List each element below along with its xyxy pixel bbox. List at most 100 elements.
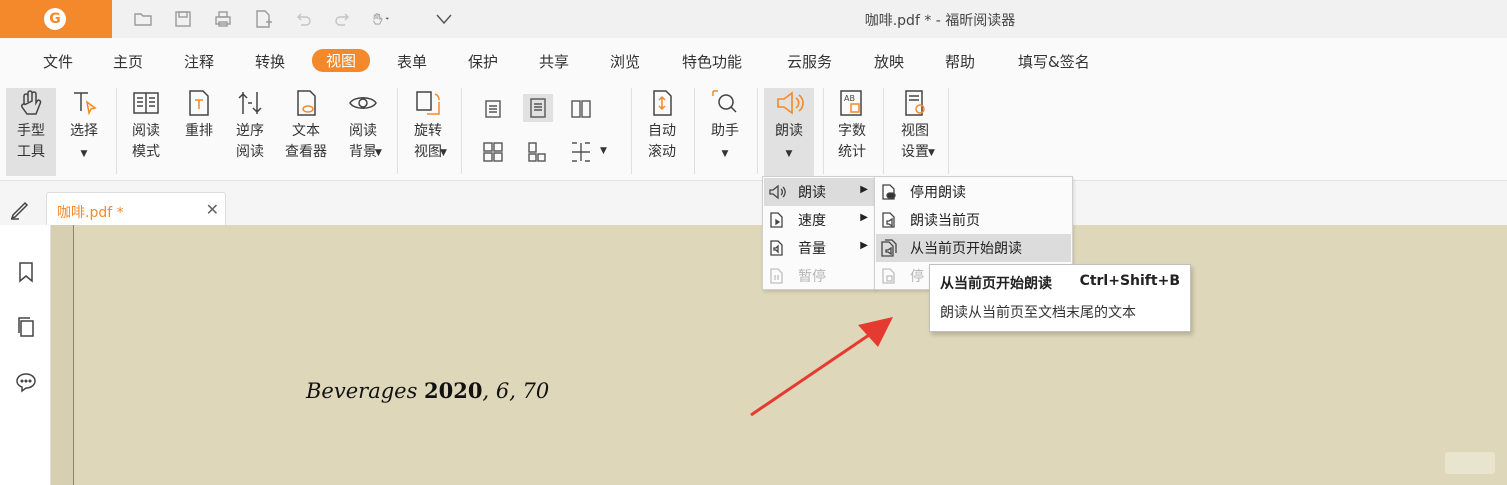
- chevron-down-icon: ▼: [440, 148, 447, 158]
- tooltip-shortcut: Ctrl+Shift+B: [1079, 273, 1180, 289]
- menu-stop-reading[interactable]: 停用朗读: [876, 178, 1071, 206]
- menu-protect[interactable]: 保护: [468, 50, 498, 73]
- read-aloud-button[interactable]: 朗读 ▼: [764, 88, 814, 176]
- word-count-label: 字数 统计: [838, 123, 866, 160]
- menu-fill-sign[interactable]: 填写&签名: [1018, 50, 1090, 73]
- undo-icon[interactable]: [293, 9, 313, 29]
- cover-page-icon[interactable]: [525, 140, 549, 164]
- separator: [694, 88, 695, 174]
- chevron-down-icon: ▼: [375, 148, 382, 158]
- menu-read-current-page[interactable]: 朗读当前页: [876, 206, 1071, 234]
- menu-slideshow[interactable]: 放映: [874, 50, 904, 73]
- left-sidebar: [0, 225, 51, 485]
- stop-icon: [882, 268, 895, 284]
- hand-tool-label: 手型 工具: [17, 123, 45, 160]
- text-viewer-icon: [297, 90, 316, 116]
- chevron-down-icon: ▼: [721, 149, 729, 159]
- menu-comment[interactable]: 注释: [184, 50, 214, 73]
- auto-scroll-button[interactable]: 自动 滚动: [640, 88, 684, 163]
- document-tab[interactable]: 咖啡.pdf * ✕: [46, 192, 226, 226]
- speaker-icon: [769, 184, 786, 200]
- chevron-down-icon: ▼: [785, 149, 793, 159]
- facing-page-icon[interactable]: [569, 97, 593, 121]
- assistant-label: 助手: [711, 123, 739, 139]
- read-mode-button[interactable]: 阅读 模式: [124, 88, 168, 163]
- separator: [757, 88, 758, 174]
- print-icon[interactable]: [213, 9, 233, 29]
- new-file-icon[interactable]: [253, 9, 273, 29]
- ribbon-toolbar: 手型 工具 选择 ▼ 阅读 模式 重排 逆序 阅读 文本 查看器 阅读 背景 ▼ …: [0, 82, 1507, 181]
- hand-tool-button[interactable]: 手型 工具: [6, 88, 56, 176]
- single-page-icon[interactable]: [481, 97, 505, 121]
- reflow-button[interactable]: 重排: [177, 88, 221, 142]
- tooltip: 从当前页开始朗读 Ctrl+Shift+B 朗读从当前页至文档末尾的文本: [929, 264, 1191, 332]
- svg-text:AB: AB: [844, 94, 855, 103]
- volume-icon: [770, 240, 783, 256]
- pages-icon[interactable]: [14, 315, 38, 339]
- edit-pen-icon[interactable]: [8, 198, 32, 222]
- chevron-down-icon[interactable]: ▼: [600, 146, 607, 156]
- continuous-page-button[interactable]: [523, 94, 553, 122]
- stop-read-icon: [882, 184, 896, 200]
- menu-volume[interactable]: 音量 ▶: [764, 234, 874, 262]
- tooltip-title: 从当前页开始朗读: [940, 276, 1052, 292]
- bookmark-icon[interactable]: [14, 260, 38, 284]
- chevron-right-icon: ▶: [860, 184, 868, 195]
- speed-icon: [770, 212, 783, 228]
- menu-pause: 暂停: [764, 262, 874, 290]
- menu-share[interactable]: 共享: [539, 50, 569, 73]
- continuous-facing-icon[interactable]: [481, 140, 505, 164]
- chevron-right-icon: ▶: [860, 240, 868, 251]
- read-page-icon: [882, 212, 895, 228]
- read-background-button[interactable]: 阅读 背景 ▼: [339, 88, 387, 163]
- menu-speed[interactable]: 速度 ▶: [764, 206, 874, 234]
- auto-scroll-label: 自动 滚动: [648, 123, 676, 160]
- pause-icon: [770, 268, 783, 284]
- rotate-view-button[interactable]: 旋转 视图 ▼: [404, 88, 452, 163]
- assistant-button[interactable]: 助手 ▼: [703, 88, 747, 165]
- select-button[interactable]: 选择 ▼: [62, 88, 106, 165]
- menu-form[interactable]: 表单: [397, 50, 427, 73]
- menu-read-from-current-page[interactable]: 从当前页开始朗读: [876, 234, 1071, 262]
- menu-help[interactable]: 帮助: [945, 50, 975, 73]
- open-icon[interactable]: [133, 9, 153, 29]
- menu-read-aloud[interactable]: 朗读 ▶: [764, 178, 874, 206]
- menu-browse[interactable]: 浏览: [610, 50, 640, 73]
- save-icon[interactable]: [173, 9, 193, 29]
- separator: [883, 88, 884, 174]
- reverse-icon: [238, 92, 262, 114]
- chevron-down-icon: ▼: [80, 149, 88, 159]
- menu-convert[interactable]: 转换: [255, 50, 285, 73]
- separator: [823, 88, 824, 174]
- word-count-button[interactable]: AB 字数 统计: [830, 88, 874, 163]
- split-view-icon[interactable]: [569, 140, 593, 164]
- view-settings-button[interactable]: 视图 设置 ▼: [890, 88, 940, 163]
- menu-features[interactable]: 特色功能: [682, 50, 742, 73]
- menu-cloud[interactable]: 云服务: [787, 50, 832, 73]
- app-logo[interactable]: G: [0, 0, 112, 38]
- journal-name: Beverages: [306, 379, 418, 403]
- reverse-read-button[interactable]: 逆序 阅读: [228, 88, 272, 163]
- separator: [461, 88, 462, 174]
- comments-icon[interactable]: [14, 370, 38, 394]
- document-citation: Beverages 2020, 6, 70: [306, 378, 549, 403]
- customize-dropdown-icon[interactable]: [434, 9, 454, 29]
- document-tab-label: 咖啡.pdf *: [57, 205, 124, 221]
- reflow-icon: [189, 90, 209, 116]
- text-viewer-button[interactable]: 文本 查看器: [280, 88, 332, 163]
- word-count-icon: AB: [840, 90, 862, 116]
- rotate-icon: [416, 91, 440, 115]
- menu-view[interactable]: 视图: [312, 49, 371, 72]
- hand-dropdown-icon[interactable]: [371, 9, 403, 29]
- read-mode-label: 阅读 模式: [132, 123, 160, 160]
- separator: [948, 88, 949, 174]
- menu-home[interactable]: 主页: [113, 50, 143, 73]
- page-corner-widget[interactable]: [1445, 452, 1495, 474]
- tooltip-description: 朗读从当前页至文档末尾的文本: [940, 305, 1136, 321]
- reflow-label: 重排: [185, 123, 213, 139]
- citation-year: 2020: [424, 378, 483, 403]
- menu-file[interactable]: 文件: [43, 50, 73, 73]
- close-icon[interactable]: ✕: [206, 200, 219, 219]
- eye-icon: [349, 97, 377, 109]
- redo-icon[interactable]: [333, 9, 353, 29]
